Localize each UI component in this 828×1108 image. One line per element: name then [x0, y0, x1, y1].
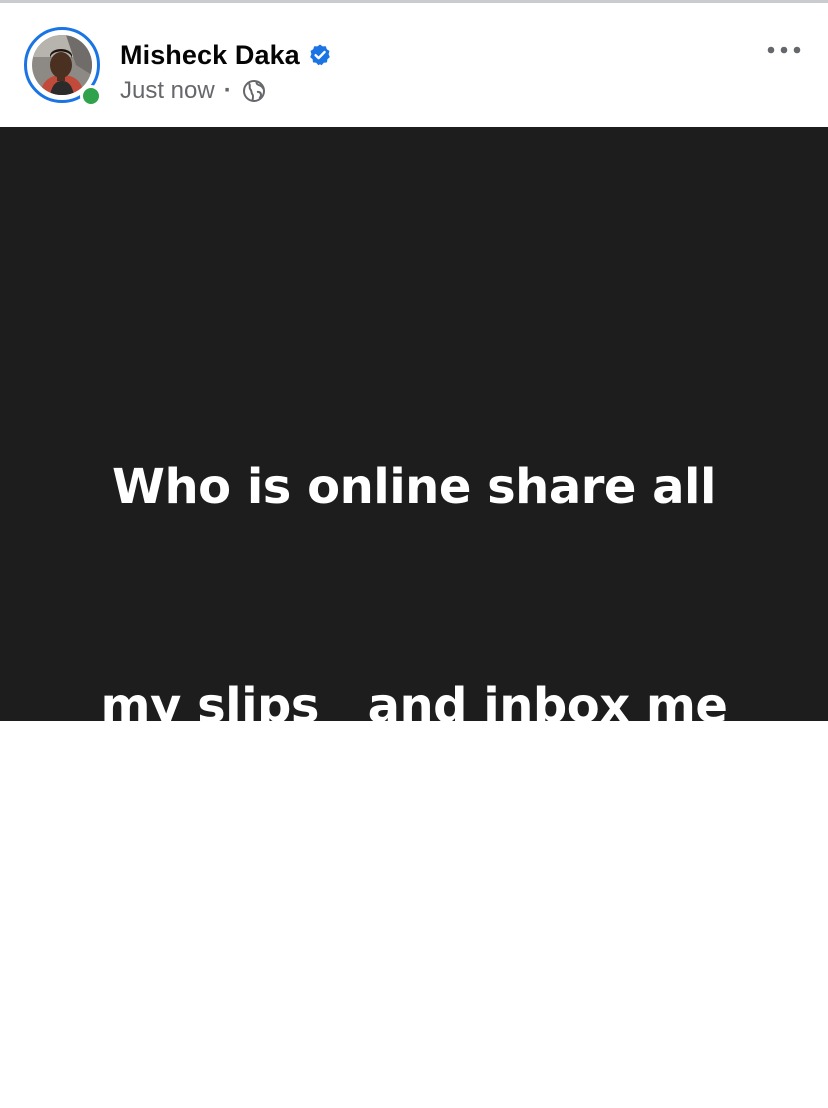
post-header: Misheck Daka Just now ·: [0, 3, 828, 127]
author-name[interactable]: Misheck Daka: [120, 40, 300, 71]
meta-separator: ·: [223, 77, 232, 104]
globe-icon[interactable]: [242, 79, 266, 103]
post-content: Who is online share all my slips and inb…: [0, 127, 828, 953]
more-options-icon[interactable]: [764, 37, 804, 63]
post-text-line: for vouchers fast: [187, 897, 641, 953]
post-meta: Just now ·: [120, 76, 266, 106]
verified-badge-icon: [308, 43, 332, 67]
online-status-dot: [80, 85, 102, 107]
author-line: Misheck Daka: [120, 39, 332, 71]
post-text-line: my slips and inbox me: [100, 678, 728, 734]
profile-photo: [32, 35, 92, 95]
post-text-line: Who is online share all: [112, 459, 716, 515]
post-text: Who is online share all my slips and inb…: [40, 305, 788, 1108]
author-avatar[interactable]: [24, 27, 106, 109]
post-timestamp[interactable]: Just now: [120, 77, 215, 105]
